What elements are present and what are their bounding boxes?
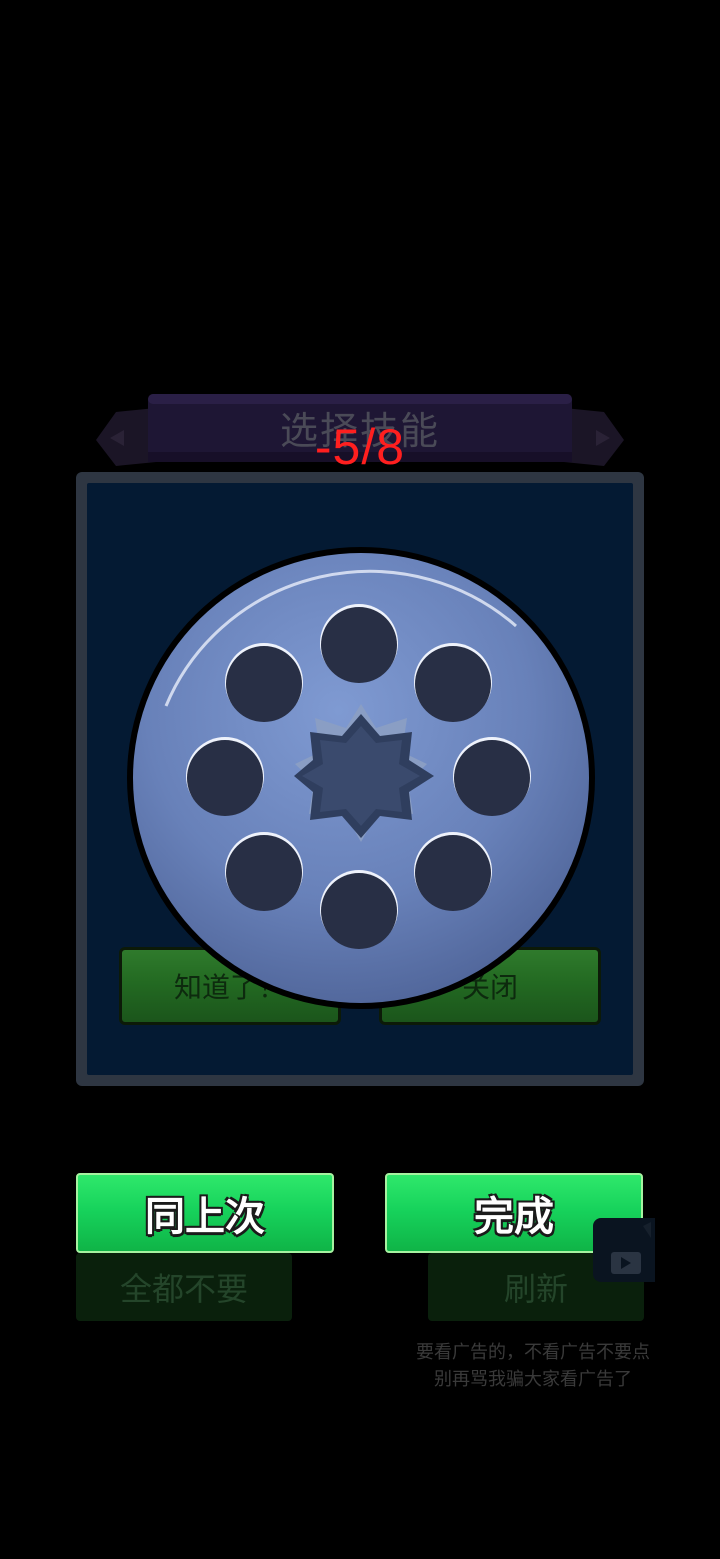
same-as-last-label: 同上次 — [145, 1194, 265, 1240]
play-icon[interactable] — [593, 1218, 655, 1282]
ad-notice-line-2: 别再骂我骗大家看广告了 — [434, 1369, 632, 1390]
refresh-label: 刷新 — [503, 1270, 568, 1308]
skill-slot[interactable] — [414, 643, 492, 722]
skill-slot[interactable] — [225, 643, 303, 722]
skill-slot[interactable] — [320, 870, 398, 949]
skill-slot[interactable] — [320, 604, 398, 683]
skill-wheel — [127, 547, 595, 1009]
selection-counter: -5/8 — [314, 419, 406, 475]
none-button[interactable]: 全都不要 — [76, 1253, 292, 1321]
same-as-last-button[interactable]: 同上次 — [76, 1173, 334, 1253]
skill-slot[interactable] — [453, 737, 531, 816]
skill-slot[interactable] — [225, 832, 303, 911]
skill-slot[interactable] — [414, 832, 492, 911]
skill-slot[interactable] — [186, 737, 264, 816]
done-label: 完成 — [474, 1194, 554, 1240]
none-label: 全都不要 — [119, 1270, 248, 1308]
ad-notice-line-1: 要看广告的，不看广告不要点 — [416, 1342, 650, 1363]
